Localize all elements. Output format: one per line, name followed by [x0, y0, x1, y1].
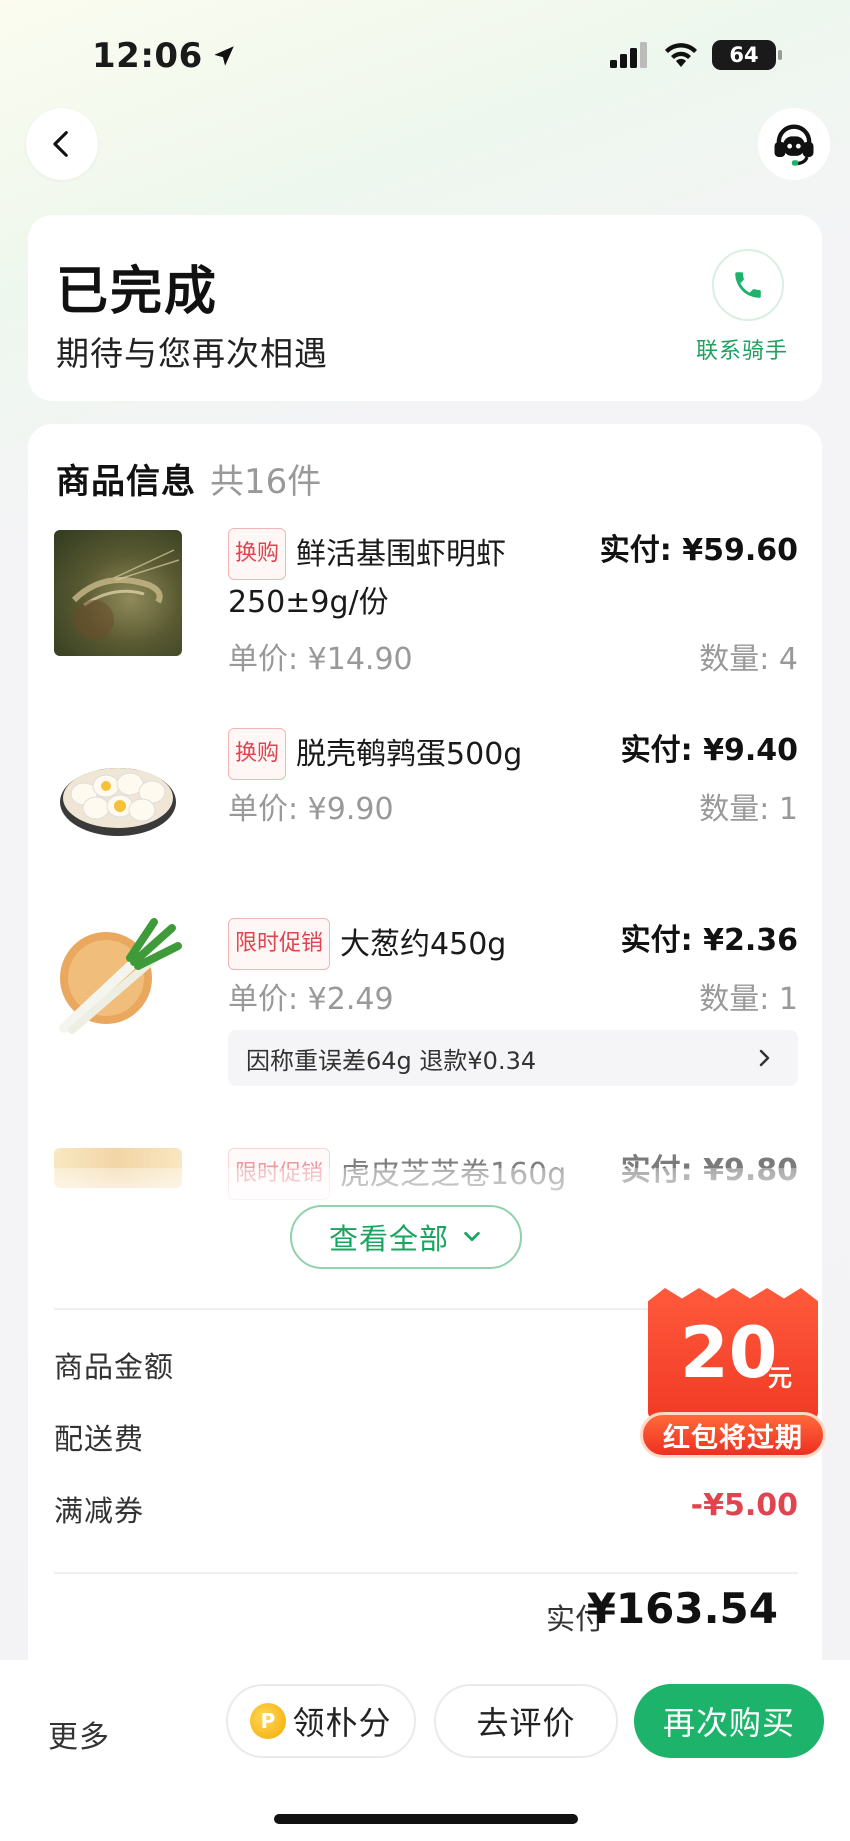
view-all-button[interactable]: 查看全部	[290, 1205, 522, 1269]
headset-icon	[774, 124, 814, 166]
quail-egg-image	[54, 728, 182, 854]
review-label: 去评价	[476, 1704, 576, 1742]
divider	[54, 1572, 798, 1574]
delivery-fee-label: 配送费	[54, 1422, 145, 1456]
chevron-left-icon	[53, 131, 68, 157]
refund-note: 因称重误差64g 退款¥0.34	[246, 1046, 537, 1075]
goods-item[interactable]: 限时促销 大葱约450g 实付: ¥2.36 单价: ¥2.49 数量: 1 因称…	[54, 918, 798, 1118]
shrimp-image	[54, 530, 182, 656]
item-name: 换购 鲜活基围虾明虾250±9g/份	[228, 528, 608, 626]
goods-amount-label: 商品金额	[54, 1350, 175, 1384]
customer-service-button[interactable]	[758, 108, 830, 180]
red-envelope-coupon[interactable]: 20 元 红包将过期	[640, 1288, 826, 1458]
more-button[interactable]: 更多	[48, 1712, 110, 1756]
item-unit-price: 单价: ¥14.90	[228, 642, 413, 677]
order-status-title: 已完成	[56, 262, 219, 322]
contact-rider-label[interactable]: 联系骑手	[696, 333, 788, 365]
discount-label: 满减券	[54, 1494, 145, 1528]
promo-tag: 换购	[228, 728, 287, 780]
goods-info-card: 商品信息 共16件 换购 鲜活基围虾明虾250±9g/份 实付: ¥59.60 单…	[28, 424, 822, 1724]
item-quantity: 数量: 4	[699, 642, 798, 677]
view-all-label: 查看全部	[328, 1222, 449, 1256]
back-button[interactable]	[26, 108, 98, 180]
claim-points-button[interactable]: P 领朴分	[226, 1684, 416, 1758]
coupon-amount: 20	[680, 1312, 778, 1394]
item-name: 限时促销 大葱约450g	[228, 918, 608, 970]
goods-count: 共16件	[210, 462, 322, 502]
total-value: ¥163.54	[586, 1584, 778, 1633]
promo-tag: 限时促销	[228, 918, 331, 970]
goods-title: 商品信息	[56, 462, 196, 502]
home-indicator[interactable]	[274, 1814, 578, 1824]
battery-level: 64	[729, 43, 759, 67]
location-arrow-icon	[213, 46, 234, 66]
buy-again-label: 再次购买	[662, 1704, 795, 1742]
item-quantity: 数量: 1	[699, 982, 798, 1017]
claim-points-label: 领朴分	[292, 1704, 392, 1742]
promo-tag: 换购	[228, 528, 287, 580]
contact-rider-button[interactable]	[712, 249, 784, 321]
status-indicators: 64	[610, 40, 782, 70]
buy-again-button[interactable]: 再次购买	[634, 1684, 824, 1758]
refund-note-bar[interactable]: 因称重误差64g 退款¥0.34	[228, 1030, 798, 1086]
review-button[interactable]: 去评价	[434, 1684, 618, 1758]
coupon-unit: 元	[768, 1364, 792, 1392]
item-paid: 实付: ¥9.40	[620, 733, 798, 768]
order-status-card: 已完成 期待与您再次相遇 联系骑手	[28, 215, 822, 401]
item-unit-price: 单价: ¥2.49	[228, 982, 394, 1017]
wifi-icon	[665, 43, 697, 67]
status-time: 12:06	[92, 36, 237, 76]
discount-value: -¥5.00	[690, 1488, 798, 1523]
bottom-action-bar: 更多 P 领朴分 去评价 再次购买	[0, 1660, 850, 1841]
item-unit-price: 单价: ¥9.90	[228, 792, 394, 827]
cellular-signal-icon	[610, 42, 647, 68]
item-name: 换购 脱壳鹌鹑蛋500g	[228, 728, 608, 780]
order-status-subtitle: 期待与您再次相遇	[56, 334, 328, 373]
goods-header: 商品信息 共16件	[56, 454, 321, 503]
item-paid: 实付: ¥2.36	[620, 923, 798, 958]
item-title: 脱壳鹌鹑蛋500g	[296, 737, 523, 772]
goods-item[interactable]: 换购 脱壳鹌鹑蛋500g 实付: ¥9.40 单价: ¥9.90 数量: 1	[54, 728, 798, 858]
points-coin-icon: P	[250, 1703, 287, 1739]
chevron-down-icon	[464, 1231, 480, 1242]
phone-icon	[735, 272, 761, 298]
item-title: 大葱约450g	[340, 927, 507, 962]
coupon-label: 红包将过期	[640, 1412, 826, 1458]
scallion-image	[54, 918, 182, 1044]
chevron-right-icon	[759, 1049, 770, 1067]
clock-time: 12:06	[92, 36, 203, 76]
goods-item[interactable]: 换购 鲜活基围虾明虾250±9g/份 实付: ¥59.60 单价: ¥14.90 …	[54, 528, 798, 677]
item-quantity: 数量: 1	[699, 792, 798, 827]
battery-indicator: 64	[712, 40, 782, 70]
status-bar: 12:06 64	[0, 0, 850, 110]
item-paid: 实付: ¥59.60	[599, 533, 798, 568]
